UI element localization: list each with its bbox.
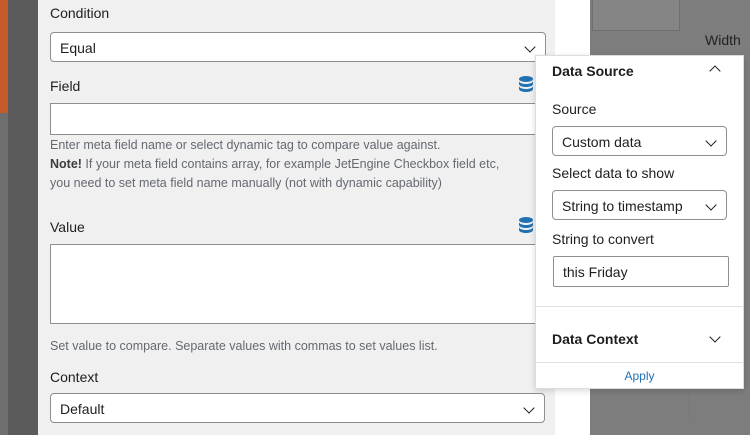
context-select-value: Default: [60, 401, 105, 417]
condition-select[interactable]: Equal: [50, 32, 546, 62]
string-to-convert-value: this Friday: [563, 264, 628, 280]
condition-select-value: Equal: [60, 40, 96, 56]
divider: [536, 362, 743, 363]
condition-modal: [38, 0, 555, 435]
apply-button[interactable]: Apply: [536, 369, 743, 383]
background-panel: [0, 113, 8, 435]
database-icon[interactable]: [518, 75, 534, 95]
select-data-select[interactable]: String to timestamp: [552, 190, 727, 220]
chevron-down-icon: [523, 402, 535, 414]
note-label: Note!: [50, 157, 82, 171]
background-field: [592, 0, 680, 31]
select-data-label: Select data to show: [552, 165, 675, 181]
value-help: Set value to compare. Separate values wi…: [50, 339, 438, 353]
background-panel: [0, 0, 8, 113]
chevron-down-icon[interactable]: [709, 331, 721, 343]
field-input[interactable]: [50, 103, 537, 135]
source-label: Source: [552, 101, 597, 117]
chevron-down-icon: [524, 41, 536, 53]
string-to-convert-input[interactable]: this Friday: [553, 256, 729, 287]
value-label: Value: [50, 219, 85, 235]
field-label: Field: [50, 78, 81, 94]
chevron-down-icon: [705, 199, 717, 211]
string-to-convert-label: String to convert: [552, 231, 654, 247]
field-help: Enter meta field name or select dynamic …: [50, 138, 500, 190]
background-width-label: Width: [705, 32, 741, 48]
context-label: Context: [50, 369, 99, 385]
context-select[interactable]: Default: [50, 393, 545, 423]
dynamic-data-popover: Data Source Source Custom data Select da…: [535, 55, 744, 389]
chevron-up-icon[interactable]: [709, 65, 721, 77]
source-select-value: Custom data: [562, 134, 642, 150]
database-icon[interactable]: [518, 216, 534, 236]
condition-label: Condition: [50, 5, 110, 21]
data-source-title[interactable]: Data Source: [552, 63, 634, 79]
value-textarea[interactable]: [50, 244, 537, 324]
divider: [536, 306, 743, 307]
chevron-down-icon: [705, 135, 717, 147]
select-data-value: String to timestamp: [562, 198, 683, 214]
source-select[interactable]: Custom data: [552, 126, 727, 156]
data-context-title[interactable]: Data Context: [552, 331, 638, 347]
